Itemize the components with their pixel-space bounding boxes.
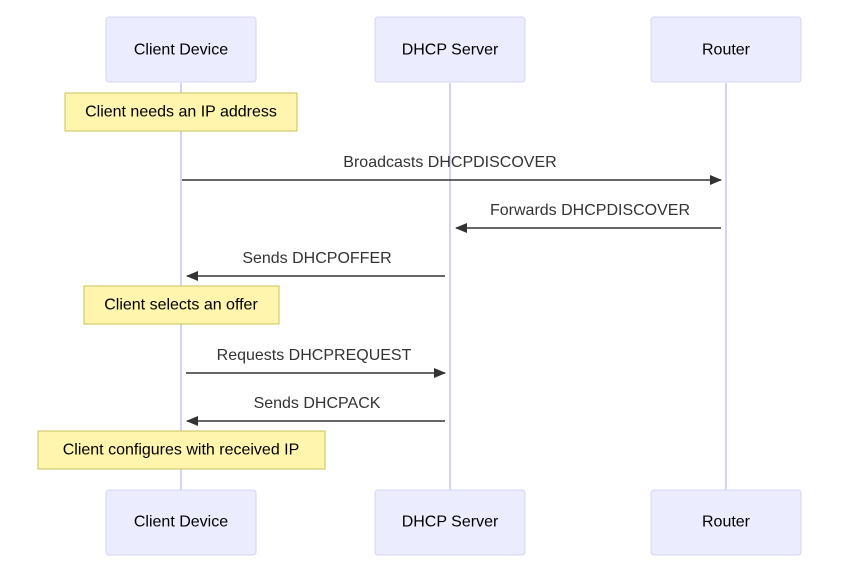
message-label: Sends DHCPACK [254, 395, 381, 412]
note-text: Client selects an offer [104, 297, 258, 314]
actor-label: Router [702, 514, 751, 531]
note-text: Client configures with received IP [63, 442, 300, 459]
actor-dhcp-server-top: DHCP Server [374, 16, 526, 83]
sequence-diagram: Client Device DHCP Server Router Client … [37, 16, 802, 556]
actor-label: Client Device [134, 514, 228, 531]
actor-label: DHCP Server [402, 514, 499, 531]
actor-label: DHCP Server [402, 42, 499, 59]
actor-dhcp-server-bottom: DHCP Server [374, 489, 526, 556]
note-1: Client needs an IP address [64, 92, 298, 132]
message-label: Broadcasts DHCPDISCOVER [343, 154, 556, 171]
actor-router-top: Router [650, 16, 802, 83]
message-1: Broadcasts DHCPDISCOVER [182, 154, 722, 185]
actor-label: Router [702, 42, 751, 59]
message-5: Sends DHCPACK [186, 395, 445, 426]
actor-client-device-bottom: Client Device [105, 489, 257, 556]
actor-router-bottom: Router [650, 489, 802, 556]
message-label: Forwards DHCPDISCOVER [490, 202, 690, 219]
actor-client-device-top: Client Device [105, 16, 257, 83]
message-3: Sends DHCPOFFER [186, 250, 445, 281]
note-text: Client needs an IP address [85, 104, 277, 121]
message-label: Requests DHCPREQUEST [217, 347, 412, 364]
note-2: Client selects an offer [83, 285, 280, 325]
message-2: Forwards DHCPDISCOVER [455, 202, 721, 233]
note-3: Client configures with received IP [37, 430, 326, 470]
actor-label: Client Device [134, 42, 228, 59]
message-label: Sends DHCPOFFER [242, 250, 391, 267]
message-4: Requests DHCPREQUEST [186, 347, 446, 378]
